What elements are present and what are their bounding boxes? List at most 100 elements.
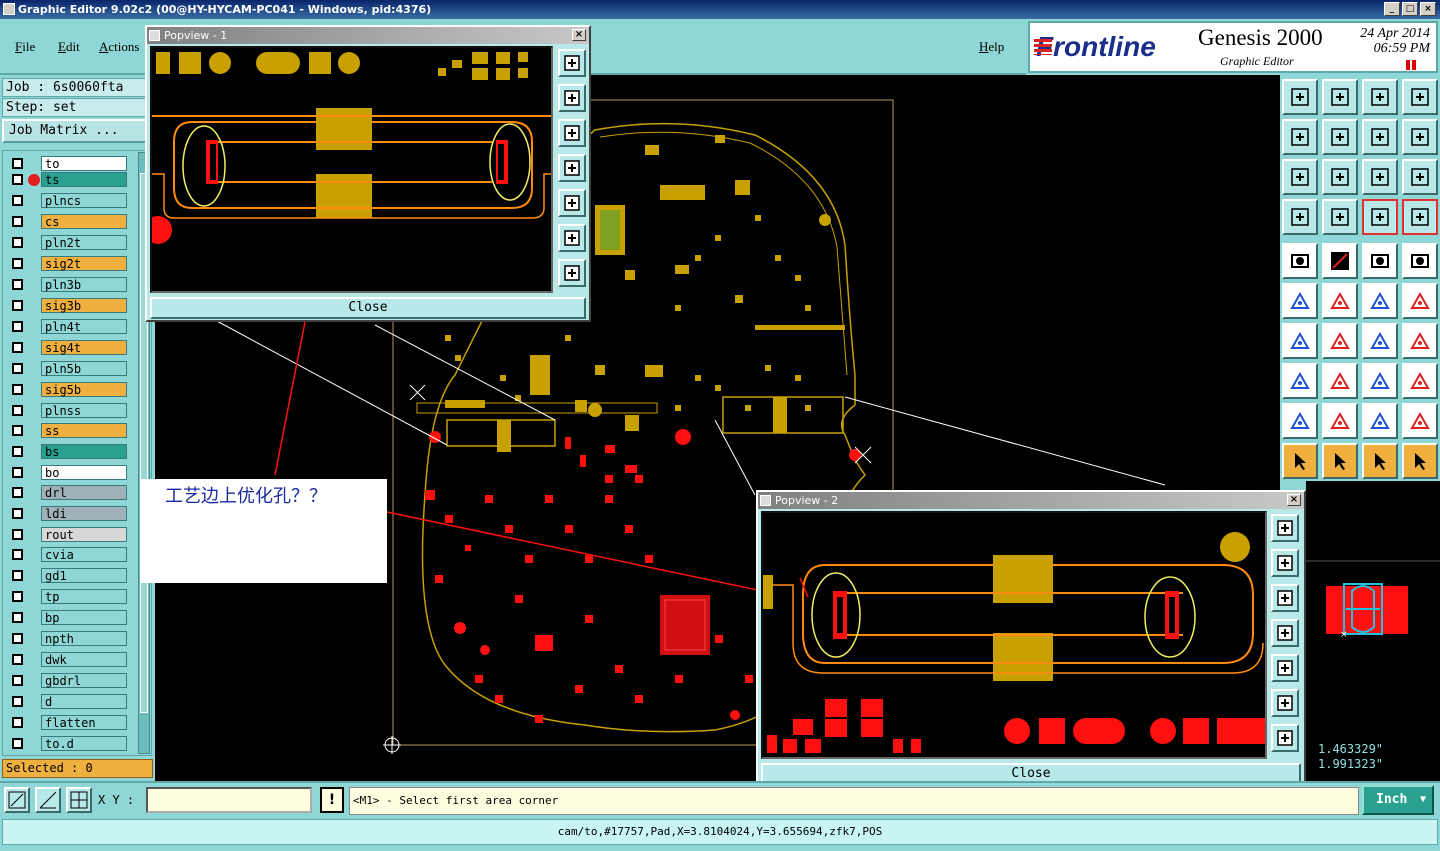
- cursor-tool-button[interactable]: [1282, 443, 1318, 479]
- layer-name[interactable]: rout: [41, 527, 127, 542]
- cross-tool-button[interactable]: [1322, 283, 1358, 319]
- layer-checkbox[interactable]: [12, 363, 23, 374]
- fit2-tool-button[interactable]: [1322, 159, 1358, 195]
- grid-tool-button[interactable]: [1322, 199, 1358, 235]
- layer-checkbox[interactable]: [12, 237, 23, 248]
- ruler-tool-button[interactable]: [1362, 243, 1398, 279]
- layer-row-bo[interactable]: bo: [5, 465, 127, 480]
- layer-row-tp[interactable]: tp: [5, 589, 127, 604]
- route-tool-button[interactable]: [1402, 443, 1438, 479]
- layer-checkbox[interactable]: [12, 321, 23, 332]
- layer-row-ss[interactable]: ss: [5, 423, 127, 438]
- layer-row-npth[interactable]: npth: [5, 631, 127, 646]
- popview-2-zoom-in-button[interactable]: [1271, 549, 1299, 577]
- layers-red2-tool-button[interactable]: [1402, 199, 1438, 235]
- layer-row-pln5b[interactable]: pln5b: [5, 361, 127, 376]
- help-tool-button[interactable]: [1402, 159, 1438, 195]
- popview-2-zoom-fit-button[interactable]: [1271, 514, 1299, 542]
- layer-checkbox[interactable]: [12, 342, 23, 353]
- layer-name[interactable]: gbdrl: [41, 673, 127, 688]
- layer-name[interactable]: sig5b: [41, 382, 127, 397]
- layer-checkbox[interactable]: [12, 195, 23, 206]
- layer-row-gbdrl[interactable]: gbdrl: [5, 673, 127, 688]
- menu-file[interactable]: File: [15, 39, 35, 55]
- layer-checkbox[interactable]: [12, 591, 23, 602]
- layer-checkbox[interactable]: [12, 612, 23, 623]
- home-bot-tool-button[interactable]: [1322, 79, 1358, 115]
- split-tool-button[interactable]: [1402, 79, 1438, 115]
- arrow-blue-tool-button[interactable]: [1402, 283, 1438, 319]
- layer-checkbox[interactable]: [12, 738, 23, 749]
- layer-name[interactable]: sig4t: [41, 340, 127, 355]
- layer-name[interactable]: flatten: [41, 715, 127, 730]
- layer-row-plnss[interactable]: plnss: [5, 403, 127, 418]
- layer-row-pln2t[interactable]: pln2t: [5, 235, 127, 250]
- layer-name[interactable]: drl: [41, 485, 127, 500]
- zoom-area-button[interactable]: [4, 787, 30, 813]
- tri-red-tool-button[interactable]: [1282, 403, 1318, 439]
- layer-row-to-d[interactable]: to.d: [5, 736, 127, 751]
- layer-row-d[interactable]: d: [5, 694, 127, 709]
- popview-1-canvas[interactable]: [150, 46, 553, 293]
- layer-name[interactable]: ts: [41, 172, 127, 187]
- popview-2-pan-all-button[interactable]: [1271, 724, 1299, 752]
- line-tool-button[interactable]: [1322, 323, 1358, 359]
- arrow-red-tool-button[interactable]: [1362, 283, 1398, 319]
- undo-tool-button[interactable]: [1362, 323, 1398, 359]
- layer-checkbox[interactable]: [12, 487, 23, 498]
- popview-1-close-button[interactable]: Close: [150, 297, 586, 319]
- layer-row-gd1[interactable]: gd1: [5, 568, 127, 583]
- layer-row-bp[interactable]: bp: [5, 610, 127, 625]
- layer-name[interactable]: to.d: [41, 736, 127, 751]
- bar-tool-button[interactable]: [1322, 363, 1358, 399]
- popview-1-pan-right-button[interactable]: [558, 189, 586, 217]
- loop-tool-button[interactable]: [1362, 119, 1398, 155]
- wave-tool-button[interactable]: [1402, 119, 1438, 155]
- layer-checkbox[interactable]: [12, 654, 23, 665]
- menu-help[interactable]: Help: [979, 39, 1004, 55]
- popview-1-zoom-in-button[interactable]: [558, 84, 586, 112]
- layer-name[interactable]: sig2t: [41, 256, 127, 271]
- layer-name[interactable]: ss: [41, 423, 127, 438]
- layer-name[interactable]: tp: [41, 589, 127, 604]
- layer-name[interactable]: dwk: [41, 652, 127, 667]
- layer-row-sig3b[interactable]: sig3b: [5, 298, 127, 313]
- layer-row-ldi[interactable]: ldi: [5, 506, 127, 521]
- popview-2-canvas[interactable]: [761, 511, 1267, 759]
- layer-name[interactable]: d: [41, 694, 127, 709]
- layers-red-tool-button[interactable]: [1362, 199, 1398, 235]
- menu-actions[interactable]: Actions: [99, 39, 139, 55]
- layer-name[interactable]: cs: [41, 214, 127, 229]
- layer-checkbox[interactable]: [12, 467, 23, 478]
- layer-checkbox[interactable]: [12, 384, 23, 395]
- popview-2-pan-left-button[interactable]: [1271, 619, 1299, 647]
- cursor2-tool-button[interactable]: [1322, 443, 1358, 479]
- layer-name[interactable]: ldi: [41, 506, 127, 521]
- layer-name[interactable]: sig3b: [41, 298, 127, 313]
- layer-checkbox[interactable]: [12, 279, 23, 290]
- angle-tool-button[interactable]: [1282, 323, 1318, 359]
- layer-checkbox[interactable]: [12, 158, 23, 169]
- layer-checkbox[interactable]: [12, 633, 23, 644]
- layer-name[interactable]: npth: [41, 631, 127, 646]
- layer-checkbox[interactable]: [12, 508, 23, 519]
- layer-checkbox[interactable]: [12, 174, 23, 185]
- layer-name[interactable]: bp: [41, 610, 127, 625]
- layer-name[interactable]: plncs: [41, 193, 127, 208]
- layer-checkbox[interactable]: [12, 549, 23, 560]
- grid-button[interactable]: [66, 787, 92, 813]
- layer-checkbox[interactable]: [12, 696, 23, 707]
- layer-name[interactable]: bs: [41, 444, 127, 459]
- layer-checkbox[interactable]: [12, 258, 23, 269]
- layer-row-drl[interactable]: drl: [5, 485, 127, 500]
- layer-checkbox[interactable]: [12, 675, 23, 686]
- layer-name[interactable]: gd1: [41, 568, 127, 583]
- layer-row-ts[interactable]: ts: [5, 172, 127, 187]
- tri-a-tool-button[interactable]: [1362, 403, 1398, 439]
- close-window-button[interactable]: ×: [1420, 2, 1436, 16]
- flip-tool-button[interactable]: [1402, 323, 1438, 359]
- layer-row-sig4t[interactable]: sig4t: [5, 340, 127, 355]
- menu-edit[interactable]: Edit: [58, 39, 80, 55]
- warning-button[interactable]: !: [320, 787, 344, 813]
- minimize-button[interactable]: _: [1384, 2, 1400, 16]
